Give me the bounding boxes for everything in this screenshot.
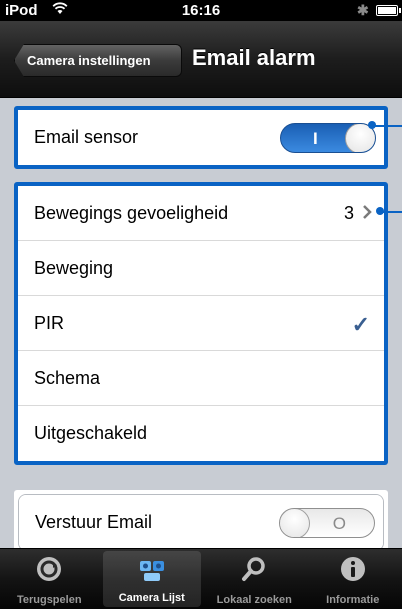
search-icon xyxy=(242,557,265,581)
email-sensor-row: Email sensor I xyxy=(18,110,384,165)
sensitivity-label: Bewegings gevoeligheid xyxy=(34,202,229,223)
bluetooth-icon: ✱ xyxy=(357,2,369,18)
option-label: Uitgeschakeld xyxy=(34,423,148,443)
battery-icon xyxy=(376,5,401,16)
tab-local-search[interactable]: Lokaal zoeken xyxy=(205,549,304,609)
checkmark-icon: ✓ xyxy=(351,312,370,337)
sensitivity-value: 3 xyxy=(343,202,354,223)
toggle-knob xyxy=(280,509,310,537)
navigation-bar: Camera instellingen Email alarm xyxy=(0,21,402,98)
page-title: Email alarm xyxy=(192,45,316,70)
tab-playback[interactable]: Terugspelen xyxy=(0,549,99,609)
info-icon xyxy=(340,557,365,581)
send-email-group: Verstuur Email O xyxy=(14,490,388,548)
settings-list[interactable]: Email sensor I Bewegings gevoeligheid 3 … xyxy=(0,98,402,548)
option-label: Beweging xyxy=(34,257,114,278)
tab-label: Lokaal zoeken xyxy=(216,594,292,606)
tab-label: Terugspelen xyxy=(16,594,82,606)
callout-arrow xyxy=(368,121,402,129)
option-schema[interactable]: Schema xyxy=(18,351,384,406)
callout-arrow xyxy=(376,207,402,215)
send-email-row: Verstuur Email O xyxy=(19,495,383,548)
option-pir[interactable]: PIR ✓ xyxy=(18,296,384,351)
email-sensor-group: Email sensor I xyxy=(14,106,388,169)
send-email-toggle[interactable]: O xyxy=(279,508,375,538)
tab-label: Camera Lijst xyxy=(118,592,185,604)
playback-icon xyxy=(37,557,62,581)
option-beweging[interactable]: Beweging xyxy=(18,241,384,296)
back-button[interactable]: Camera instellingen xyxy=(14,44,182,77)
tab-information[interactable]: Informatie xyxy=(304,549,402,609)
send-email-label: Verstuur Email xyxy=(35,512,153,532)
motion-settings-group: Bewegings gevoeligheid 3 Beweging PIR ✓ … xyxy=(14,182,388,465)
email-sensor-label: Email sensor xyxy=(34,127,139,147)
camera-list-icon xyxy=(139,561,164,581)
option-label: Schema xyxy=(34,367,101,388)
status-time: 16:16 xyxy=(181,2,221,19)
option-label: PIR xyxy=(34,312,65,333)
sensitivity-row[interactable]: Bewegings gevoeligheid 3 xyxy=(18,186,384,241)
tab-label: Informatie xyxy=(326,594,380,606)
option-uitgeschakeld[interactable]: Uitgeschakeld xyxy=(18,406,384,461)
email-sensor-toggle[interactable]: I xyxy=(280,123,376,153)
status-bar: iPod 16:16 ✱ xyxy=(0,0,402,21)
toggle-off-glyph: O xyxy=(332,514,346,533)
toggle-on-glyph: I xyxy=(313,129,318,148)
tab-camera-list[interactable]: Camera Lijst xyxy=(102,551,201,607)
chevron-right-icon xyxy=(363,205,372,219)
tab-bar: Terugspelen Camera Lijst Lokaal zoeken I… xyxy=(0,548,402,609)
